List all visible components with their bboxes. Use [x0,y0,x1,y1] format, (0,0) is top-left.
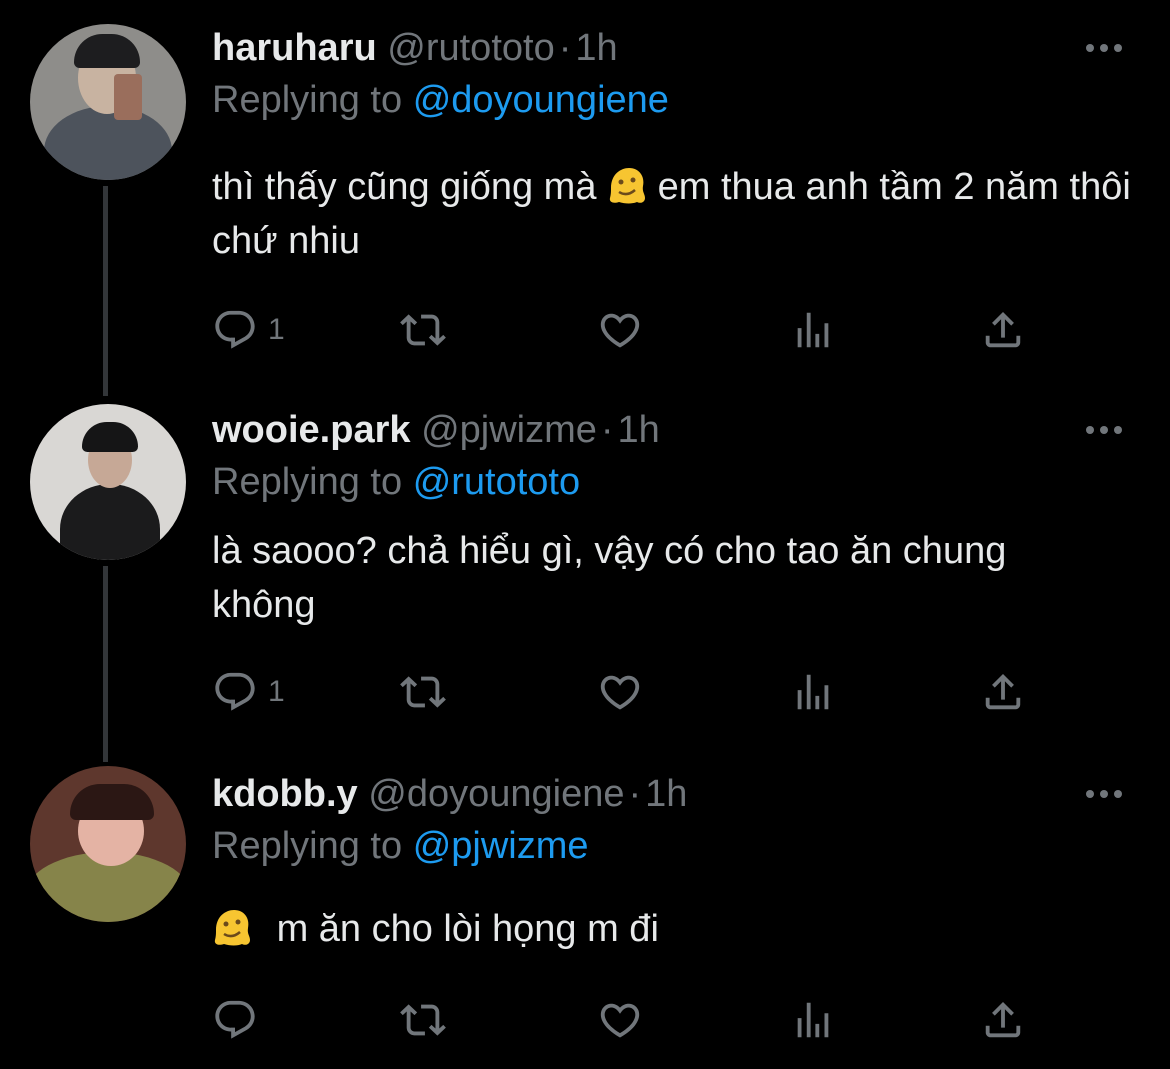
like-button[interactable] [597,994,643,1046]
tweet-header: wooie.park @pjwizme · 1h [212,402,660,458]
tweet-text: là saooo? chả hiểu gì, vậy có cho tao ăn… [212,524,1032,632]
retweet-icon [400,676,446,708]
replying-to-link[interactable]: @pjwizme [413,825,589,867]
views-icon [797,1002,829,1038]
reply-icon [215,1000,255,1039]
more-icon[interactable] [1086,38,1128,58]
reply-button[interactable]: 1 [212,304,285,356]
timestamp[interactable]: 1h [575,27,617,69]
reply-count: 1 [268,313,285,346]
more-icon[interactable] [1086,420,1128,440]
melting-face-emoji [607,166,647,206]
like-icon [600,1003,640,1038]
tweet-text-part: là saooo? chả hiểu gì, vậy có cho tao ăn… [212,530,1007,626]
user-handle[interactable]: @pjwizme [421,409,597,451]
share-button[interactable] [980,304,1026,356]
reply-button[interactable] [212,994,258,1046]
avatar[interactable] [30,404,186,560]
timestamp[interactable]: 1h [645,773,687,815]
tweet[interactable]: haruharu @rutototo · 1h Replying to @doyou… [0,20,1170,360]
replying-prefix: Replying to [212,461,403,503]
replying-to-link[interactable]: @doyoungiene [413,79,669,121]
display-name[interactable]: kdobb.y [212,773,358,815]
share-button[interactable] [980,666,1026,718]
reply-icon [215,672,255,711]
action-bar [212,994,1042,1046]
replying-to-link[interactable]: @rutototo [413,461,580,503]
tweet-header: haruharu @rutototo · 1h [212,20,618,76]
views-button[interactable] [790,666,836,718]
replying-to: Replying to @pjwizme [212,818,589,874]
avatar[interactable] [30,766,186,922]
views-icon [797,674,829,710]
views-button[interactable] [790,304,836,356]
reply-icon [215,310,255,349]
retweet-button[interactable] [400,994,446,1046]
separator-dot: · [628,773,642,815]
avatar[interactable] [30,24,186,180]
replying-prefix: Replying to [212,79,403,121]
retweet-icon [400,314,446,346]
replying-to: Replying to @rutototo [212,454,580,510]
display-name[interactable]: wooie.park [212,409,411,451]
like-button[interactable] [597,666,643,718]
like-icon [600,313,640,348]
user-handle[interactable]: @doyoungiene [368,773,624,815]
like-button[interactable] [597,304,643,356]
action-bar: 1 [212,304,1042,356]
display-name[interactable]: haruharu [212,27,377,69]
replying-to: Replying to @doyoungiene [212,72,669,128]
separator-dot: · [600,409,614,451]
replying-prefix: Replying to [212,825,403,867]
reply-count: 1 [268,675,285,708]
user-handle[interactable]: @rutototo [387,27,554,69]
reply-button[interactable]: 1 [212,666,285,718]
tweet[interactable]: wooie.park @pjwizme · 1h Replying to @ruto… [0,402,1170,732]
retweet-icon [400,1004,446,1036]
views-icon [797,312,829,348]
share-icon [985,1001,1021,1038]
like-icon [600,675,640,710]
tweet-text-part: m ăn cho lòi họng m đi [276,908,659,950]
views-button[interactable] [790,994,836,1046]
share-button[interactable] [980,994,1026,1046]
melting-face-emoji [212,908,252,948]
action-bar: 1 [212,666,1042,718]
timestamp[interactable]: 1h [618,409,660,451]
separator-dot: · [558,27,572,69]
retweet-button[interactable] [400,304,446,356]
share-icon [985,311,1021,348]
more-icon[interactable] [1086,784,1128,804]
share-icon [985,673,1021,710]
tweet[interactable]: kdobb.y @doyoungiene · 1h Replying to @pjw… [0,766,1170,1066]
retweet-button[interactable] [400,666,446,718]
tweet-text: m ăn cho lòi họng m đi [212,902,1142,956]
tweet-header: kdobb.y @doyoungiene · 1h [212,766,687,822]
tweet-text-part: thì thấy cũng giống mà [212,166,597,208]
tweet-text: thì thấy cũng giống mà em thua anh tầm 2… [212,160,1142,268]
